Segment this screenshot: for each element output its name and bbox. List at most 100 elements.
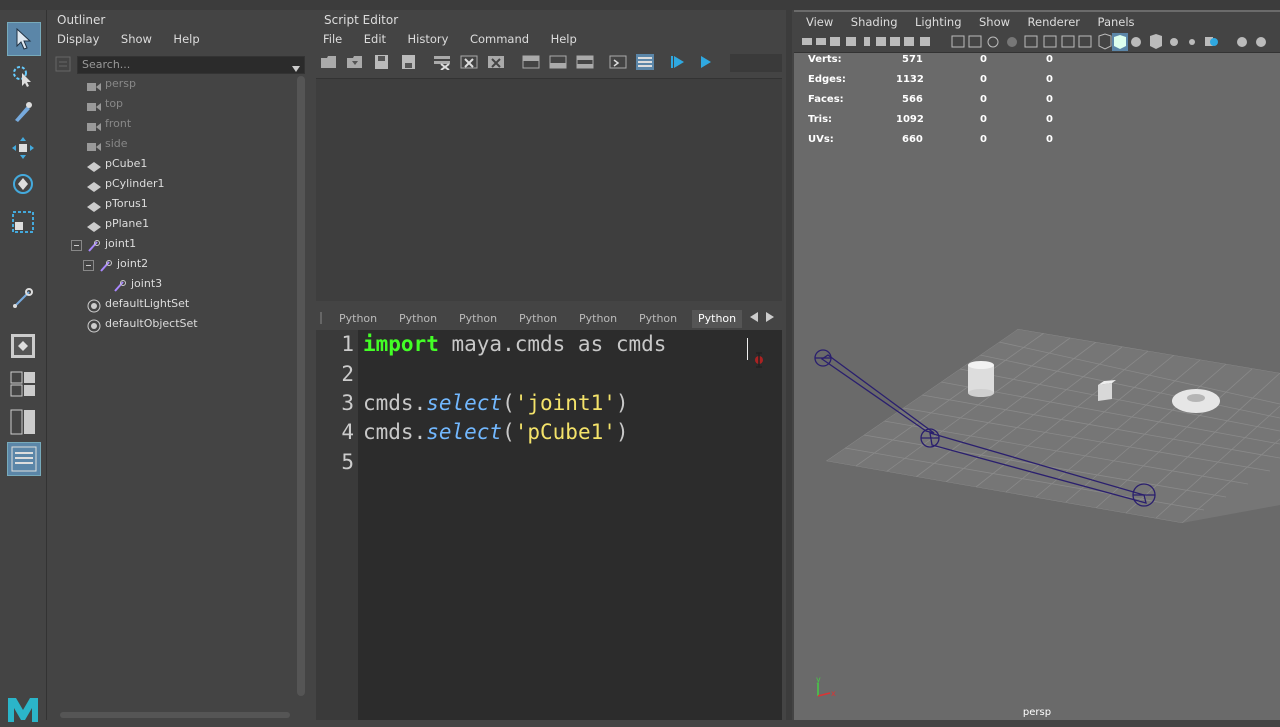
outliner-menu-show[interactable]: Show [121, 30, 152, 48]
outliner-item-defaultlightset[interactable]: defaultLightSet [87, 294, 189, 314]
tab-python-1[interactable]: Python [339, 310, 377, 328]
tab-python-7-active[interactable]: Python [692, 310, 743, 328]
clear-history-icon[interactable] [433, 54, 451, 71]
line-number: 3 [341, 391, 354, 415]
tab-python-5[interactable]: Python [579, 310, 617, 328]
set-icon [87, 299, 101, 313]
script-menu-history[interactable]: History [408, 30, 449, 48]
joint-tool-icon[interactable] [7, 282, 39, 314]
outliner-filter-icon[interactable] [55, 56, 71, 72]
outliner-menu-display[interactable]: Display [57, 30, 99, 48]
camera-icon [87, 99, 101, 111]
outliner-search-placeholder: Search... [82, 58, 131, 71]
outliner-item-top[interactable]: top [87, 94, 123, 114]
show-history-icon[interactable] [522, 54, 540, 70]
script-input-editor[interactable]: 1 2 3 4 5 import maya.cmds as cmds cmds.… [316, 330, 782, 720]
outliner-item-joint2[interactable]: joint2 [99, 254, 148, 274]
viewport-3d-scene[interactable]: y x Verts: 571 0 0 Edges: 1132 0 0 Faces… [794, 53, 1280, 720]
stat-verts-selected: 0 [980, 54, 987, 65]
outliner-item-ptorus1[interactable]: pTorus1 [87, 194, 148, 214]
script-menu-edit[interactable]: Edit [364, 30, 386, 48]
script-editor-panel: Script Editor File Edit History Command … [316, 10, 782, 720]
outliner-horizontal-scrollbar[interactable] [60, 712, 290, 718]
tab-python-3[interactable]: Python [459, 310, 497, 328]
execute-icon[interactable] [697, 54, 715, 70]
select-tool-icon[interactable] [7, 22, 41, 56]
stat-tris-selected: 0 [980, 114, 987, 125]
four-view-icon[interactable] [7, 368, 39, 400]
panel-divider[interactable] [786, 10, 792, 720]
outliner-item-side[interactable]: side [87, 134, 128, 154]
text-cursor [747, 338, 748, 360]
collapse-toggle-icon[interactable] [71, 240, 82, 251]
view-axis-icon [817, 683, 831, 697]
save-script-icon[interactable] [373, 54, 391, 70]
tab-scroll-right-icon[interactable] [766, 312, 774, 325]
echo-commands-icon[interactable] [609, 54, 627, 70]
viewport-menu-show[interactable]: Show [979, 12, 1010, 32]
stat-edges-label: Edges: [808, 74, 846, 85]
line-number-gutter: 1 2 3 4 5 [316, 330, 358, 720]
stat-faces-label: Faces: [808, 94, 844, 105]
rotate-tool-icon[interactable] [7, 168, 39, 200]
camera-name-label: persp [1022, 707, 1052, 718]
quick-help-field[interactable] [730, 54, 782, 72]
source-script-icon[interactable] [346, 54, 364, 70]
tab-python-4[interactable]: Python [519, 310, 557, 328]
outliner-menu-help[interactable]: Help [173, 30, 199, 48]
outliner-item-pcylinder1[interactable]: pCylinder1 [87, 174, 165, 194]
show-input-icon[interactable] [549, 54, 567, 70]
stat-faces-value: 566 [902, 94, 923, 105]
outliner-item-defaultobjectset[interactable]: defaultObjectSet [87, 314, 198, 334]
cylinder-object [968, 361, 994, 397]
stat-verts-value: 571 [902, 54, 923, 65]
paint-select-tool-icon[interactable] [7, 96, 39, 128]
outliner-scrollbar[interactable] [297, 76, 305, 696]
line-number: 5 [341, 450, 354, 474]
clear-all-icon[interactable] [487, 54, 505, 70]
viewport-menu-shading[interactable]: Shading [851, 12, 898, 32]
save-script-shelf-icon[interactable] [400, 54, 418, 70]
tab-python-2[interactable]: Python [399, 310, 437, 328]
outliner-item-joint1[interactable]: joint1 [87, 234, 136, 254]
scale-tool-icon[interactable] [7, 206, 39, 238]
outliner-title: Outliner [57, 13, 106, 27]
top-strip [0, 0, 1280, 10]
outliner-item-joint3[interactable]: joint3 [113, 274, 162, 294]
script-menu-command[interactable]: Command [470, 30, 529, 48]
outliner-item-persp[interactable]: persp [87, 74, 136, 94]
script-menu-file[interactable]: File [323, 30, 342, 48]
stat-uvs-selected: 0 [980, 134, 987, 145]
script-menu-help[interactable]: Help [551, 30, 577, 48]
mesh-icon [87, 179, 101, 192]
viewport-menu-panels[interactable]: Panels [1098, 12, 1135, 32]
outliner-item-pcube1[interactable]: pCube1 [87, 154, 147, 174]
tab-python-6[interactable]: Python [639, 310, 677, 328]
outliner-search-input[interactable]: Search... [77, 56, 305, 74]
line-numbers-toggle-icon[interactable] [636, 54, 654, 70]
tab-scroll-left-icon[interactable] [750, 312, 758, 325]
tool-box [0, 10, 47, 722]
viewport-menu-view[interactable]: View [806, 12, 833, 32]
outliner-persp-layout-icon[interactable] [7, 442, 41, 476]
script-editor-toolbar [316, 52, 782, 74]
viewport-menu-renderer[interactable]: Renderer [1028, 12, 1081, 32]
open-script-icon[interactable] [320, 54, 338, 70]
line-number: 2 [341, 362, 354, 386]
outliner-item-front[interactable]: front [87, 114, 131, 134]
move-tool-icon[interactable] [7, 132, 39, 164]
torus-object [1172, 389, 1220, 413]
ibeam-cursor-icon [754, 352, 764, 371]
clear-input-icon[interactable] [460, 54, 478, 70]
outliner-item-pplane1[interactable]: pPlane1 [87, 214, 149, 234]
viewport-menu-lighting[interactable]: Lighting [915, 12, 961, 32]
single-view-icon[interactable] [7, 330, 39, 362]
collapse-toggle-icon[interactable] [83, 260, 94, 271]
execute-all-icon[interactable] [670, 54, 688, 70]
show-both-icon[interactable] [576, 54, 594, 70]
script-editor-tabs: Python Python Python Python Python Pytho… [316, 308, 782, 328]
camera-icon [87, 79, 101, 91]
two-view-icon[interactable] [7, 406, 39, 438]
script-history-pane [316, 78, 782, 301]
lasso-tool-icon[interactable] [7, 60, 39, 92]
